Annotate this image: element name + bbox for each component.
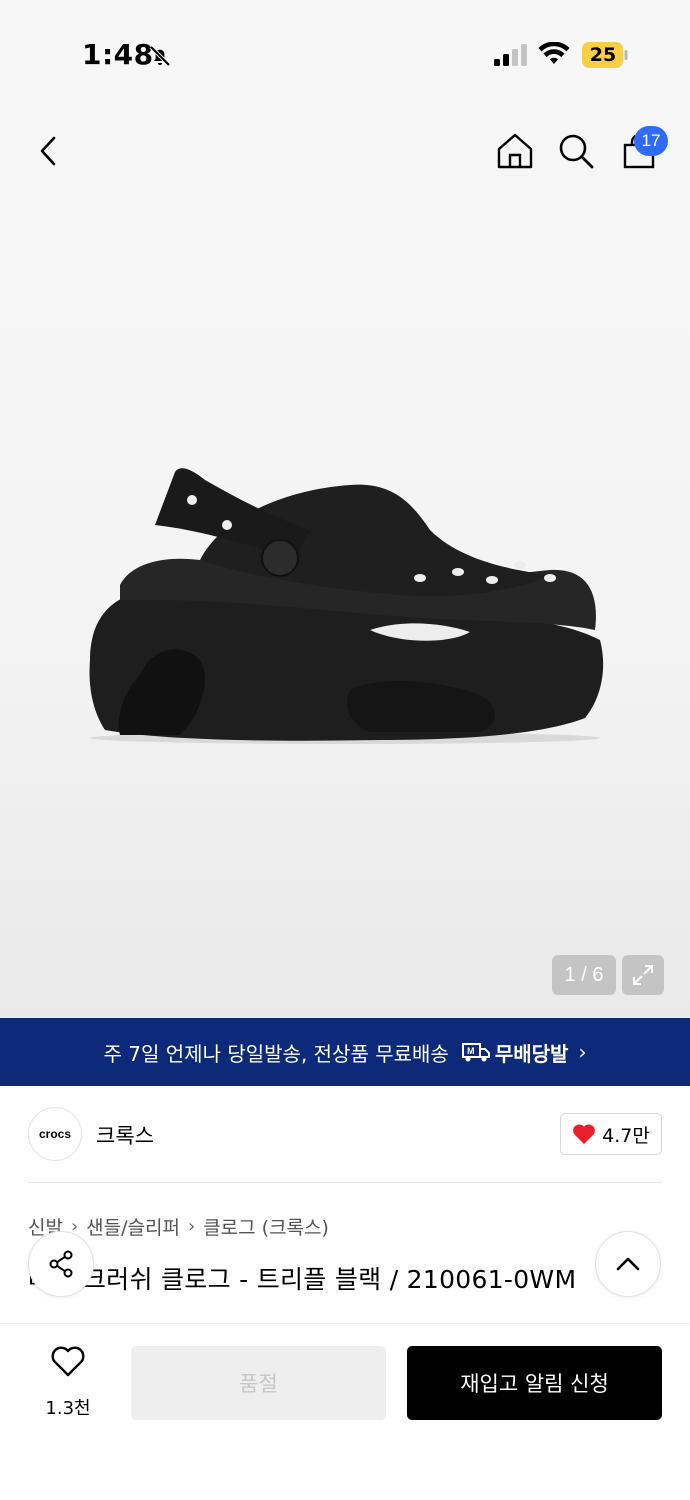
delivery-banner[interactable]: 주 7일 언제나 당일발송, 전상품 무료배송 M 무배당발 ›: [0, 1018, 690, 1086]
signal-icon: [494, 44, 527, 66]
bottom-bar-divider: [0, 1323, 690, 1324]
product-photo: [89, 468, 604, 744]
soldout-button[interactable]: 품절: [131, 1346, 386, 1420]
brand-like-button[interactable]: 4.7만: [560, 1113, 662, 1155]
home-icon: [497, 133, 533, 169]
restock-alert-button[interactable]: 재입고 알림 신청: [407, 1346, 662, 1420]
scroll-top-button[interactable]: [595, 1231, 661, 1297]
home-button[interactable]: [492, 128, 538, 174]
brand-logo[interactable]: crocs: [28, 1107, 82, 1161]
breadcrumb-item[interactable]: 샌들/슬리퍼: [86, 1213, 180, 1240]
chevron-left-icon: [40, 136, 56, 166]
product-image-gallery[interactable]: 1:48 25 17 1 / 6: [0, 0, 690, 1018]
chevron-up-icon: [616, 1257, 640, 1271]
heart-filled-icon: [573, 1124, 596, 1144]
status-time: 1:48: [82, 38, 154, 71]
product-title: 베이 크러쉬 클로그 - 트리플 블랙 / 210061-0WM: [28, 1265, 577, 1294]
expand-icon: [633, 965, 653, 985]
battery-level: 25: [589, 44, 617, 66]
share-icon: [49, 1250, 73, 1278]
breadcrumb-item[interactable]: 클로그 (크록스): [203, 1213, 329, 1240]
back-button[interactable]: [26, 128, 72, 174]
share-button[interactable]: [28, 1231, 94, 1297]
image-counter: 1 / 6: [552, 955, 616, 995]
svg-text:M: M: [467, 1046, 475, 1056]
search-button[interactable]: [553, 128, 599, 174]
heart-outline-icon: [51, 1346, 85, 1377]
section-divider: [28, 1182, 662, 1183]
brand-logo-text: crocs: [38, 1127, 72, 1141]
expand-image-button[interactable]: [622, 955, 664, 995]
bell-off-icon: [149, 45, 171, 67]
banner-text: 주 7일 언제나 당일발송, 전상품 무료배송: [103, 1041, 449, 1066]
delivery-service-logo: M 무배당발: [461, 1038, 569, 1067]
cart-count-badge: 17: [634, 126, 668, 156]
brand-name[interactable]: 크록스: [96, 1120, 154, 1150]
service-name: 무배당발: [494, 1041, 569, 1066]
wishlist-button[interactable]: 1.3천: [32, 1346, 104, 1420]
breadcrumb-chevron-icon: ›: [187, 1216, 196, 1237]
banner-chevron-icon: ›: [578, 1040, 587, 1064]
wifi-icon: [538, 42, 570, 64]
delivery-truck-icon: M: [461, 1043, 490, 1062]
brand-like-count: 4.7만: [602, 1124, 650, 1147]
search-icon: [559, 134, 594, 169]
wishlist-count: 1.3천: [45, 1398, 91, 1419]
